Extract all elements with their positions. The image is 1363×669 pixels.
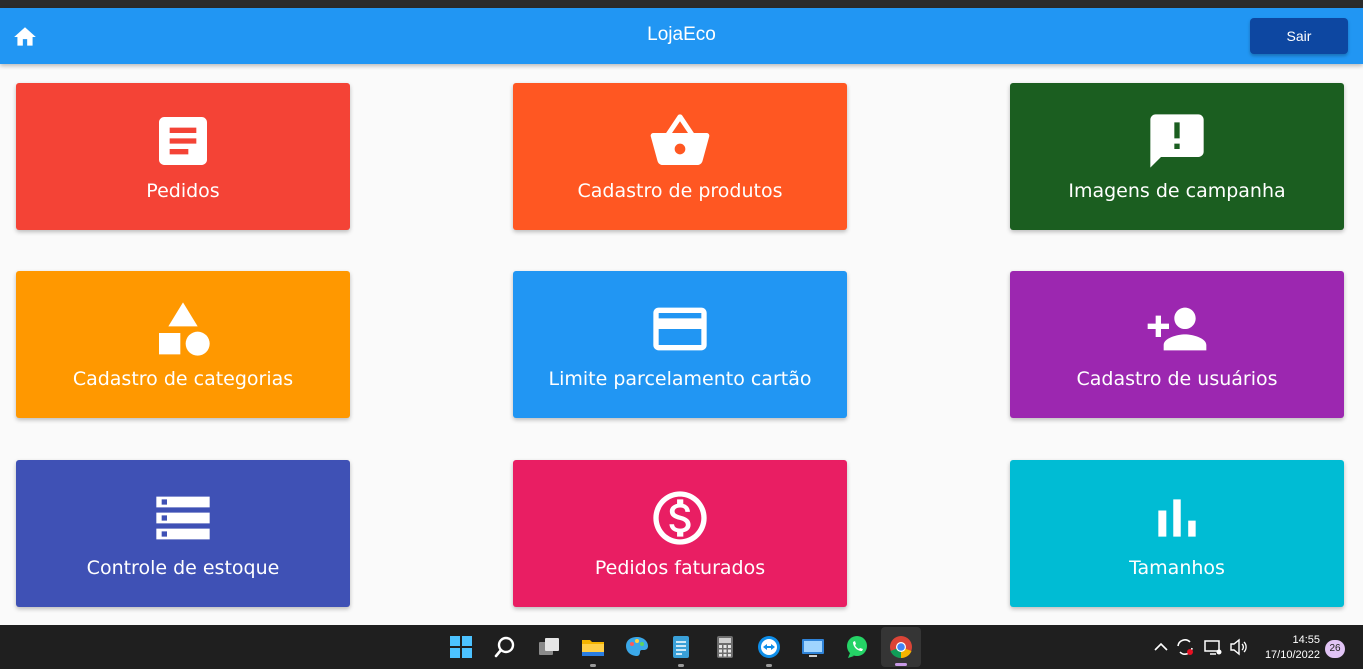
card-label: Pedidos	[146, 180, 220, 202]
card-tamanhos[interactable]: Tamanhos	[1010, 460, 1344, 607]
volume-icon[interactable]	[1228, 633, 1250, 661]
window-top-strip	[0, 0, 1363, 8]
logout-button[interactable]: Sair	[1250, 18, 1348, 54]
paint-icon[interactable]	[623, 633, 651, 661]
sync-icon[interactable]	[1174, 633, 1196, 661]
network-icon[interactable]	[1202, 633, 1224, 661]
credit-card-icon	[513, 297, 847, 361]
card-label: Pedidos faturados	[594, 557, 766, 579]
person-add-icon	[1010, 297, 1344, 361]
basket-icon	[513, 109, 847, 173]
card-label: Controle de estoque	[86, 557, 280, 579]
card-imagens-campanha[interactable]: Imagens de campanha	[1010, 83, 1344, 230]
windows-start-icon[interactable]	[447, 633, 475, 661]
calculator-icon[interactable]	[711, 633, 739, 661]
storage-icon	[16, 486, 350, 550]
card-label: Tamanhos	[1129, 557, 1225, 579]
teamviewer-icon[interactable]	[755, 633, 783, 667]
card-label: Imagens de campanha	[1068, 180, 1286, 202]
card-label: Limite parcelamento cartão	[548, 368, 812, 390]
clock-time: 14:55	[1292, 634, 1320, 646]
bar-chart-icon	[1010, 486, 1344, 550]
remote-desktop-icon[interactable]	[799, 633, 827, 661]
chevron-up-icon[interactable]	[1151, 633, 1171, 661]
card-pedidos-faturados[interactable]: Pedidos faturados	[513, 460, 847, 607]
chrome-icon[interactable]	[881, 627, 921, 667]
card-label: Cadastro de produtos	[577, 180, 783, 202]
card-pedidos[interactable]: Pedidos	[16, 83, 350, 230]
card-cadastro-produtos[interactable]: Cadastro de produtos	[513, 83, 847, 230]
whatsapp-icon[interactable]	[843, 633, 871, 661]
card-limite-parcelamento[interactable]: Limite parcelamento cartão	[513, 271, 847, 418]
category-icon	[16, 297, 350, 361]
os-taskbar: 14:55 17/10/2022	[0, 625, 1363, 669]
search-icon[interactable]	[491, 633, 519, 661]
card-label: Cadastro de categorias	[72, 368, 294, 390]
clock[interactable]: 14:55 17/10/2022	[1256, 633, 1320, 663]
file-explorer-icon[interactable]	[579, 633, 607, 667]
notepad-icon[interactable]	[667, 633, 695, 667]
receipt-icon	[16, 109, 350, 173]
app-bar: LojaEco Sair	[0, 8, 1363, 64]
card-label: Cadastro de usuários	[1076, 368, 1278, 390]
dollar-circle-icon	[513, 486, 847, 550]
task-view-icon[interactable]	[535, 633, 563, 661]
card-controle-estoque[interactable]: Controle de estoque	[16, 460, 350, 607]
announcement-icon	[1010, 109, 1344, 173]
notification-badge[interactable]: 26	[1325, 640, 1345, 658]
app-title: LojaEco	[647, 24, 716, 45]
card-cadastro-usuarios[interactable]: Cadastro de usuários	[1010, 271, 1344, 418]
card-cadastro-categorias[interactable]: Cadastro de categorias	[16, 271, 350, 418]
clock-date: 17/10/2022	[1264, 649, 1320, 661]
